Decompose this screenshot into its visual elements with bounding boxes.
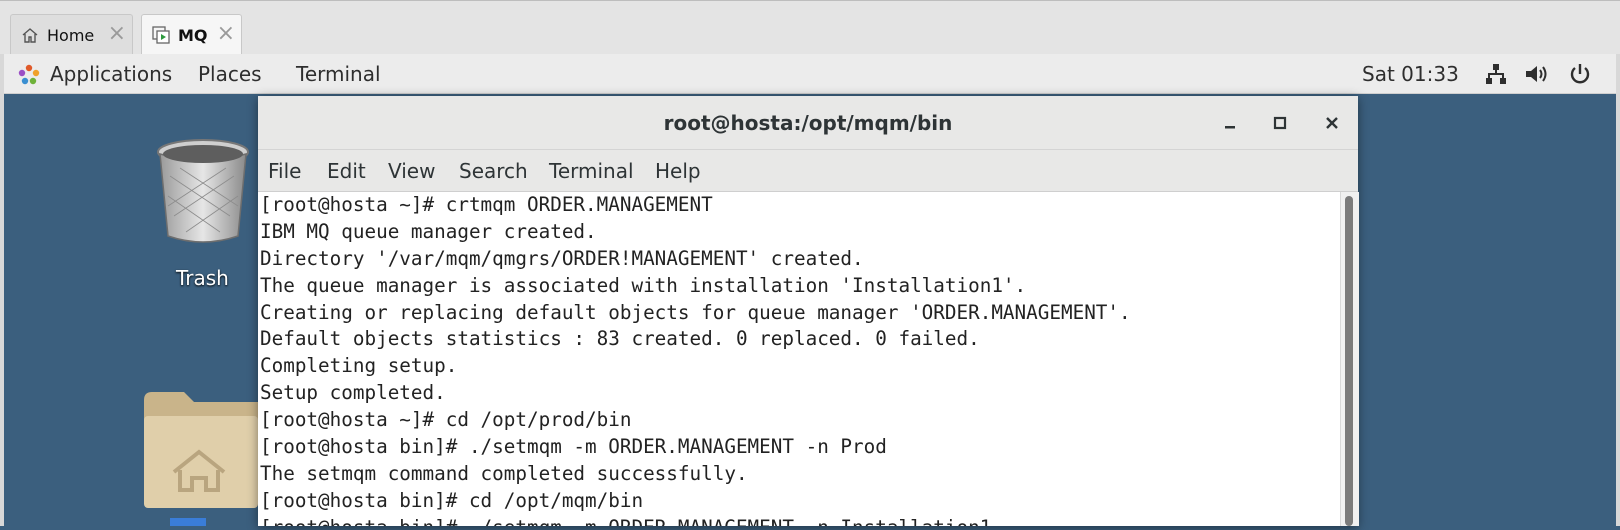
menu-help[interactable]: Help [655,159,701,183]
terminal-line: [root@hosta bin]# ./setmqm -m ORDER.MANA… [258,515,1338,526]
screen-edge [1616,54,1620,526]
tab-mq-label: MQ [178,25,208,45]
home-icon [19,24,41,46]
terminal-line: Setup completed. [260,381,446,405]
terminal-line: The setmqm command completed successfull… [260,461,748,485]
tab-home[interactable]: Home × [10,14,133,55]
home-folder-desktop-icon[interactable] [140,390,258,526]
places-menu[interactable]: Places [198,61,262,87]
network-icon[interactable] [1484,62,1508,91]
minimize-button[interactable] [1215,108,1245,138]
terminal-scrollbar[interactable] [1340,192,1359,526]
window-titlebar[interactable]: root@hosta:/opt/mqm/bin [258,96,1358,150]
window-title: root@hosta:/opt/mqm/bin [663,111,953,135]
terminal-line: [root@hosta ~]# crtmqm ORDER.MANAGEMENT [260,193,713,216]
trash-desktop-icon[interactable]: Trash [150,136,256,296]
trash-icon [157,139,249,243]
gnome-top-bar: Applications Places Terminal Sat 01:33 [4,54,1616,94]
menu-edit[interactable]: Edit [327,159,366,183]
terminal-line: Creating or replacing default objects fo… [260,300,1131,324]
close-icon[interactable]: × [108,23,126,45]
screen-edge [0,54,4,526]
menu-view[interactable]: View [388,159,435,183]
power-icon[interactable] [1568,62,1592,91]
volume-icon[interactable] [1524,62,1550,91]
maximize-button[interactable] [1265,108,1295,138]
menu-file[interactable]: File [268,159,301,183]
terminal-line: Completing setup. [260,354,458,378]
home-folder-icon [144,392,258,526]
terminal-window: root@hosta:/opt/mqm/bin File Edit View S… [258,96,1359,526]
tab-mq[interactable]: MQ × [141,14,242,55]
terminal-line: [root@hosta ~]# cd /opt/prod/bin [260,408,632,432]
terminal-line: [root@hosta bin]# ./setmqm -m ORDER.MANA… [260,435,887,459]
applications-menu[interactable]: Applications [50,61,172,87]
trash-label: Trash [176,266,229,290]
clock[interactable]: Sat 01:33 [1362,61,1459,87]
terminal-line: IBM MQ queue manager created. [260,219,597,243]
scrollbar-thumb[interactable] [1345,196,1353,526]
close-button[interactable] [1317,108,1347,138]
terminal-line: Default objects statistics : 83 created.… [260,327,980,351]
terminal-line: The queue manager is associated with ins… [260,273,1027,297]
menu-terminal[interactable]: Terminal [549,159,634,183]
minimize-icon [1225,126,1235,129]
applications-logo-icon [17,63,41,92]
close-icon [1326,117,1338,129]
terminal-line: Directory '/var/mqm/qmgrs/ORDER!MANAGEME… [260,246,864,270]
terminal-output[interactable]: [root@hosta ~]# crtmqm ORDER.MANAGEMENT … [258,192,1338,526]
menu-search[interactable]: Search [459,159,528,183]
terminal-menubar: File Edit View Search Terminal Help [258,150,1358,192]
terminal-line: [root@hosta bin]# cd /opt/mqm/bin [260,488,644,512]
terminal-app-menu[interactable]: Terminal [296,61,381,87]
vm-tab-strip: Home × MQ × [0,0,1620,55]
close-icon[interactable]: × [217,23,235,45]
tab-home-label: Home [47,25,95,45]
vm-console-icon [150,24,172,46]
maximize-icon [1273,116,1287,130]
